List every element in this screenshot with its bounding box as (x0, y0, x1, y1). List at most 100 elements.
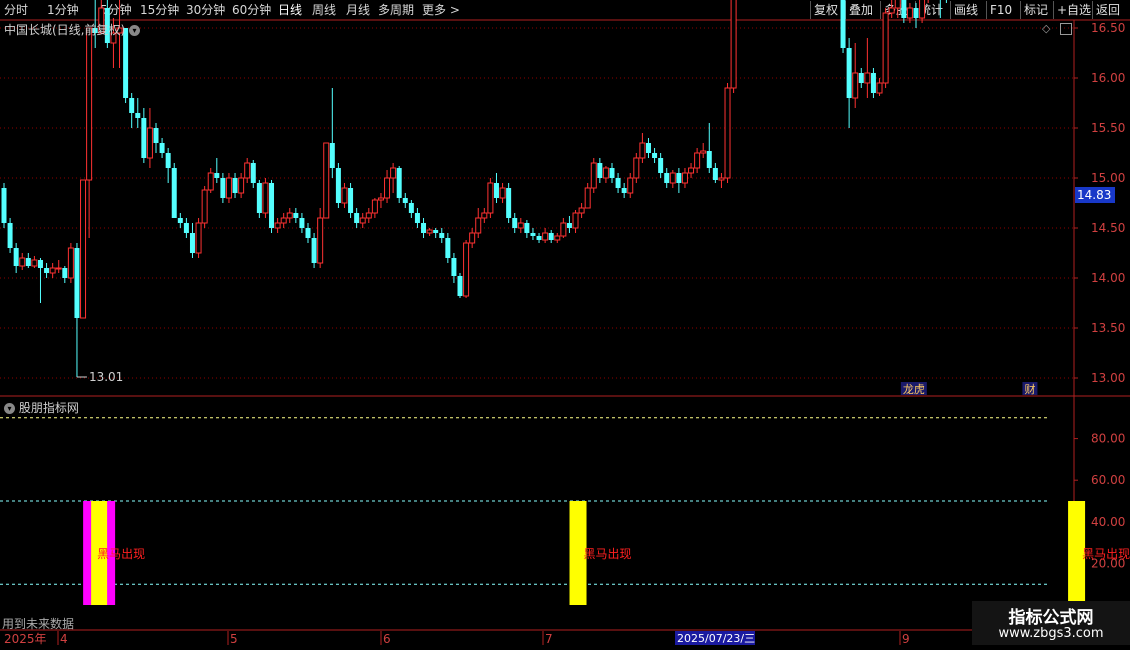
candle-body-down (165, 153, 171, 168)
future-data-note: 用到未来数据 (2, 617, 75, 631)
candle-body-down (135, 113, 141, 118)
candle-body-up (694, 152, 701, 169)
diamond-icon[interactable]: ◇ (1042, 22, 1050, 35)
candle-body-up (359, 217, 366, 224)
low-price-label: 13.01 (89, 370, 123, 384)
candle-body-down (25, 258, 31, 266)
candle-body-up (426, 229, 433, 234)
candle-body-up (894, 0, 901, 9)
candle-body-up (590, 162, 597, 189)
candle-body-up (724, 87, 731, 179)
candle-body-down (62, 268, 68, 278)
candle-body-up (578, 207, 585, 214)
candle-body-up (238, 177, 245, 194)
candle-body-down (269, 183, 275, 228)
candle-body-down (457, 276, 463, 296)
candle-body-up (730, 0, 737, 89)
event-marker-label: 龙虎 (903, 383, 925, 396)
current-price-label: 14.83 (1077, 188, 1111, 202)
month-label: 7 (545, 632, 553, 646)
candle-body-down (159, 143, 165, 153)
candle-body-down (493, 183, 499, 198)
candle-body-up (31, 259, 38, 267)
candle-body-up (882, 12, 889, 84)
candle-body-up (225, 177, 232, 199)
candle-body-down (858, 73, 864, 83)
panel-toggle-icon[interactable] (1060, 23, 1072, 35)
candle-body-down (256, 183, 262, 213)
chevron-down-icon[interactable]: ▾ (129, 25, 141, 36)
candle-body-down (220, 178, 226, 198)
candle-body-up (469, 232, 476, 244)
candle-body-up (280, 217, 287, 224)
candle-body-down (621, 188, 627, 193)
candle-body-down (177, 218, 183, 223)
candle-body-down (232, 178, 238, 193)
candle-body-down (548, 233, 554, 240)
candle-body-down (311, 238, 317, 263)
candle-body-down (421, 223, 427, 233)
year-label: 2025年 (4, 632, 47, 646)
candle-body-up (463, 242, 470, 297)
candle-body-down (870, 73, 876, 93)
candle-body-down (658, 158, 664, 173)
candle-body-up (201, 189, 208, 224)
candle-body-up (317, 217, 324, 264)
candle-body-up (700, 150, 707, 154)
candle-body-down (414, 213, 420, 223)
candle-body-down (37, 260, 43, 268)
candle-body-up (669, 172, 676, 184)
stock-title-text: 中国长城(日线,前复权) (4, 23, 126, 37)
candle-body-up (80, 179, 87, 319)
candle-body-down (615, 178, 621, 188)
candle-body-down (123, 28, 129, 98)
indicator-title: ▾ 股朋指标网 (4, 399, 79, 416)
candle-body-up (906, 7, 913, 19)
candle-body-up (49, 267, 56, 274)
candle-body-down (153, 128, 159, 143)
candle-body-up (584, 187, 591, 209)
candle-body-up (146, 127, 153, 159)
indicator-tick-label: 40.00 (1091, 515, 1125, 529)
candle-body-up (262, 182, 269, 214)
cursor-date-label: 2025/07/23/三 (677, 632, 755, 645)
candle-body-down (566, 223, 572, 228)
signal-label: 黑马出现 (1082, 547, 1130, 561)
candle-body-up (487, 182, 494, 214)
candle-body-down (293, 213, 299, 218)
month-label: 5 (230, 632, 238, 646)
candle-body-up (876, 82, 883, 94)
candle-body-up (207, 172, 214, 191)
candle-body-up (55, 267, 62, 270)
price-tick-label: 15.00 (1091, 171, 1125, 185)
candle-body-down (645, 143, 651, 153)
candle-body-down (706, 151, 712, 168)
candle-body-down (445, 238, 451, 258)
candle-body-up (560, 222, 567, 237)
candle-body-up (633, 157, 640, 179)
candle-body-down (74, 248, 80, 318)
candle-body-down (250, 163, 256, 183)
candle-body-up (627, 177, 634, 194)
chevron-down-icon[interactable]: ▾ (4, 403, 15, 414)
candle-body-down (901, 0, 907, 18)
kline-chart[interactable]: 19.0018.5018.0017.5017.0016.5016.0015.50… (0, 0, 1130, 650)
indicator-tick-label: 80.00 (1091, 432, 1125, 446)
month-label: 4 (60, 632, 68, 646)
watermark-logo: 指标公式网 www.zbgs3.com (972, 601, 1130, 645)
candle-body-up (195, 222, 202, 254)
candle-body-down (214, 173, 220, 178)
candle-body-down (189, 233, 195, 253)
candle-body-up (639, 142, 646, 159)
watermark-url: www.zbgs3.com (998, 626, 1104, 641)
candle-body-up (681, 172, 688, 184)
candle-body-down (433, 230, 439, 233)
candle-body-down (652, 153, 658, 158)
candle-body-down (13, 248, 19, 266)
candle-body-down (506, 188, 512, 218)
candle-body-up (572, 212, 579, 229)
candle-body-down (305, 228, 311, 238)
candle-body-up (919, 0, 926, 19)
candle-body-down (329, 143, 335, 168)
price-tick-label: 14.00 (1091, 271, 1125, 285)
